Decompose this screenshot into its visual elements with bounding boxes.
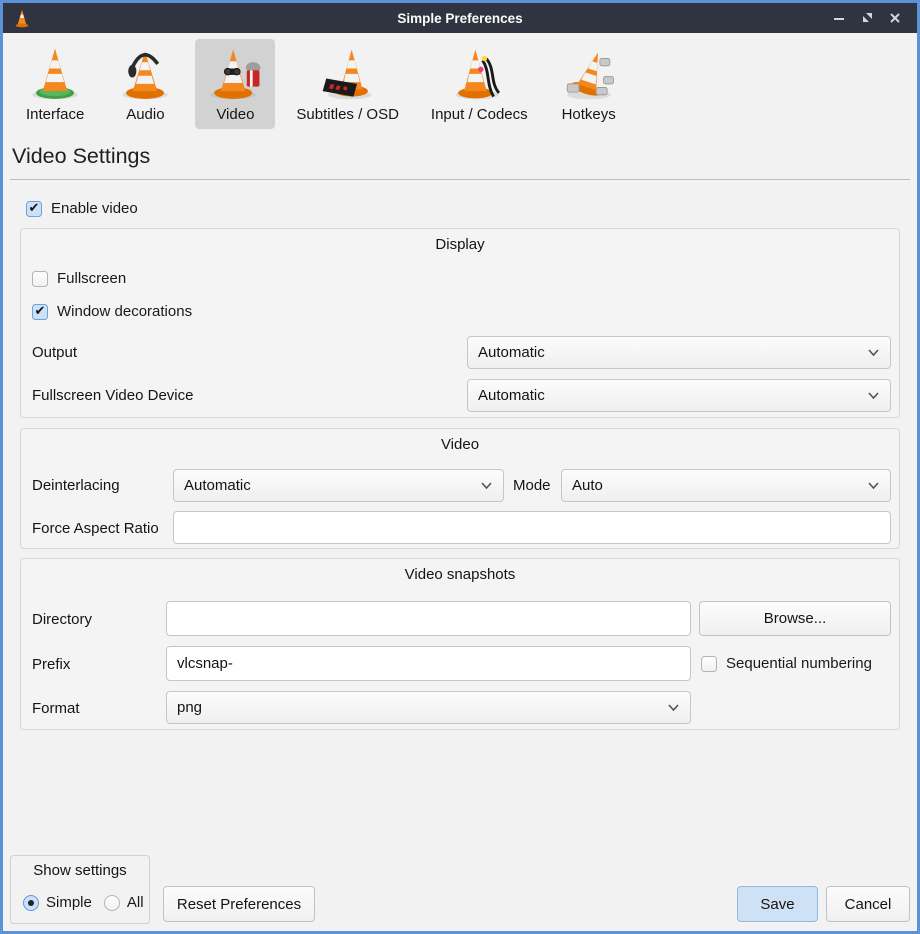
heading-separator [10,179,910,180]
checkbox-icon [32,304,48,320]
browse-button[interactable]: Browse... [699,601,891,636]
deinterlace-mode-combobox[interactable]: Auto [561,469,891,502]
interface-cone-icon [26,44,84,102]
directory-label: Directory [32,611,92,628]
display-group-title: Display [21,236,899,253]
display-group: Display Fullscreen Window decorations Ou… [20,228,900,418]
sequential-numbering-checkbox[interactable]: Sequential numbering [701,655,872,672]
fullscreen-video-device-value: Automatic [478,387,867,404]
tab-label: Hotkeys [562,106,616,123]
tab-interface[interactable]: Interface [15,39,95,129]
prefix-input[interactable] [166,646,691,681]
save-button[interactable]: Save [737,886,818,922]
radio-icon [23,895,39,911]
checkbox-icon [26,201,42,217]
tab-label: Video [216,106,254,123]
deinterlacing-combobox[interactable]: Automatic [173,469,504,502]
cancel-button[interactable]: Cancel [826,886,910,922]
tab-audio[interactable]: Audio [105,39,185,129]
enable-video-checkbox[interactable]: Enable video [26,200,138,217]
force-aspect-ratio-label: Force Aspect Ratio [32,520,159,537]
fullscreen-label: Fullscreen [57,270,126,287]
video-group-title: Video [21,436,899,453]
output-label: Output [32,344,77,361]
fullscreen-checkbox[interactable]: Fullscreen [32,270,126,287]
show-settings-title: Show settings [11,862,149,879]
chevron-down-icon [867,348,880,357]
mode-value: Auto [572,477,867,494]
tab-label: Input / Codecs [431,106,528,123]
format-combobox[interactable]: png [166,691,691,724]
page-title: Video Settings [12,144,150,169]
chevron-down-icon [867,481,880,490]
deinterlacing-value: Automatic [184,477,480,494]
tab-input-codecs[interactable]: Input / Codecs [420,39,539,129]
reset-preferences-button[interactable]: Reset Preferences [163,886,315,922]
tab-video[interactable]: Video [195,39,275,129]
subtitles-cone-icon [319,44,377,102]
radio-all[interactable]: All [104,894,144,911]
chevron-down-icon [667,703,680,712]
window-decorations-label: Window decorations [57,303,192,320]
chevron-down-icon [867,391,880,400]
tab-label: Interface [26,106,84,123]
tab-subtitles-osd[interactable]: Subtitles / OSD [285,39,410,129]
sequential-numbering-label: Sequential numbering [726,655,872,672]
deinterlacing-label: Deinterlacing [32,477,120,494]
window-decorations-checkbox[interactable]: Window decorations [32,303,192,320]
close-button[interactable] [881,3,909,33]
category-toolbar: Interface Audio [15,39,629,129]
checkbox-icon [32,271,48,287]
prefix-label: Prefix [32,656,70,673]
hotkeys-cone-icon [560,44,618,102]
video-cone-icon [206,44,264,102]
output-combobox[interactable]: Automatic [467,336,891,369]
directory-input[interactable] [166,601,691,636]
window-title: Simple Preferences [3,11,917,26]
format-label: Format [32,700,80,717]
tab-hotkeys[interactable]: Hotkeys [549,39,629,129]
titlebar: Simple Preferences [3,3,917,33]
radio-icon [104,895,120,911]
radio-simple[interactable]: Simple [23,894,92,911]
minimize-button[interactable] [825,3,853,33]
tab-label: Subtitles / OSD [296,106,399,123]
fullscreen-video-device-combobox[interactable]: Automatic [467,379,891,412]
snapshots-group-title: Video snapshots [21,566,899,583]
fullscreen-video-device-label: Fullscreen Video Device [32,387,193,404]
video-group: Video Deinterlacing Automatic Mode Auto … [20,428,900,549]
mode-label: Mode [513,477,551,494]
restore-button[interactable] [853,3,881,33]
radio-all-label: All [127,894,144,911]
force-aspect-ratio-input[interactable] [173,511,891,544]
output-value: Automatic [478,344,867,361]
video-snapshots-group: Video snapshots Directory Browse... Pref… [20,558,900,730]
enable-video-label: Enable video [51,200,138,217]
audio-cone-icon [116,44,174,102]
chevron-down-icon [480,481,493,490]
codecs-cone-icon [450,44,508,102]
checkbox-icon [701,656,717,672]
format-value: png [177,699,667,716]
tab-label: Audio [126,106,164,123]
show-settings-group: Show settings Simple All [10,855,150,924]
radio-simple-label: Simple [46,894,92,911]
preferences-window: Simple Preferences [0,0,920,934]
